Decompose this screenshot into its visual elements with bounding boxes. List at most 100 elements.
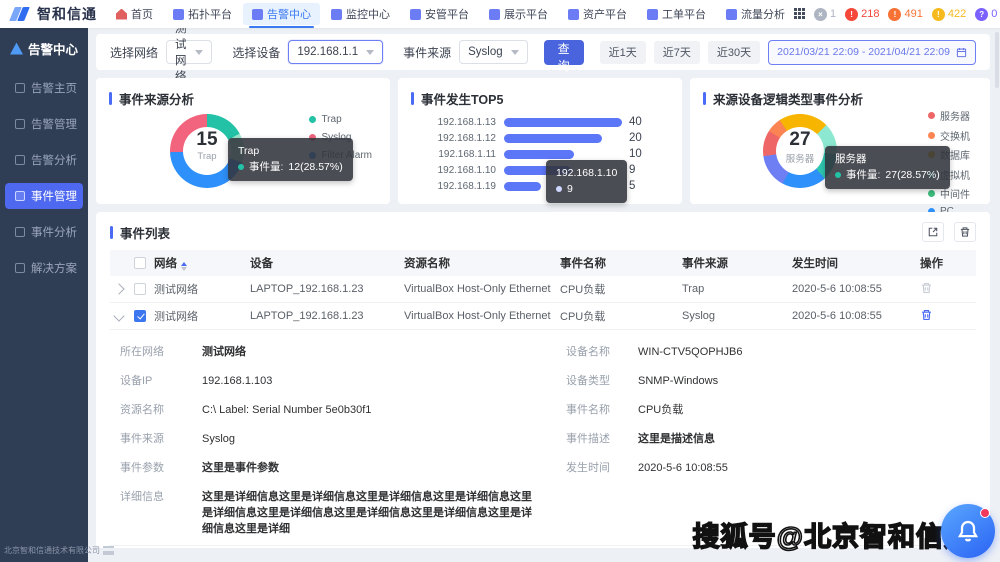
detail-field: 事件来源Syslog	[120, 425, 566, 454]
sidebar-item-alarm-analysis[interactable]: 告警分析	[5, 147, 83, 173]
nav-item-topology[interactable]: 拓扑平台	[164, 3, 241, 25]
solution-icon	[15, 263, 25, 273]
hamburger-icon[interactable]	[103, 546, 114, 555]
nav-item-alarm-center[interactable]: 告警中心	[243, 3, 320, 25]
chart-cards: 事件来源分析 15 Trap Trap Syslog Filter Alarm …	[96, 78, 990, 204]
nav-item-asset-platform[interactable]: 资产平台	[559, 3, 636, 25]
detail-field: 设备IP192.168.1.103	[120, 367, 566, 396]
detail-field: 所在网络测试网络	[120, 338, 566, 367]
apps-grid-icon[interactable]	[794, 8, 805, 20]
query-button[interactable]: 查询	[544, 40, 584, 65]
network-filter-label: 选择网络	[110, 44, 158, 61]
table-row[interactable]: 测试网络 LAPTOP_192.168.1.23 VirtualBox Host…	[110, 276, 976, 303]
legend-item[interactable]: 交换机	[928, 128, 970, 143]
bar-row[interactable]: 192.168.1.13 40	[412, 114, 672, 130]
alarm-badge-minor[interactable]: !422	[932, 8, 966, 21]
sidebar-item-event-analysis[interactable]: 事件分析	[5, 219, 83, 245]
event-table: 网络 设备 资源名称 事件名称 事件来源 发生时间 操作 测试网络 LAPTOP…	[110, 250, 976, 548]
collapse-chevron-icon[interactable]	[113, 310, 124, 321]
shield-icon	[410, 9, 421, 20]
sidebar-item-solution[interactable]: 解决方案	[5, 255, 83, 281]
sidebar-footer: 北京智和信通技术有限公司	[0, 539, 88, 562]
date-range-picker[interactable]: 2021/03/21 22:09 - 2021/04/21 22:09	[768, 40, 976, 65]
nav-item-ticket-platform[interactable]: 工单平台	[638, 3, 715, 25]
export-button[interactable]	[922, 222, 944, 242]
home-icon	[15, 83, 25, 93]
detail-field: 事件参数这里是事件参数	[120, 454, 566, 483]
nav-item-display-platform[interactable]: 展示平台	[480, 3, 557, 25]
chevron-down-icon	[511, 50, 519, 55]
app-logo[interactable]: 智和信通	[0, 4, 107, 24]
event-source-card: 事件来源分析 15 Trap Trap Syslog Filter Alarm …	[96, 78, 390, 204]
network-select[interactable]: 测试网络	[166, 40, 212, 64]
main-nav: 首页 拓扑平台 告警中心 监控中心 安管平台 展示平台 资产平台 工单平台 流量…	[107, 0, 794, 28]
alarm-badge-warning[interactable]: ?0	[975, 8, 997, 21]
alarm-badge-unknown[interactable]: ×1	[814, 8, 836, 21]
detail-field: 资源名称C:\ Label: Serial Number 5e0b30f1	[120, 396, 566, 425]
scrollbar[interactable]	[995, 32, 999, 88]
table-header-row: 事件列表	[110, 222, 976, 242]
nav-item-monitor-center[interactable]: 监控中心	[322, 3, 399, 25]
device-select[interactable]: 192.168.1.1	[288, 40, 383, 64]
row-checkbox[interactable]	[134, 283, 146, 295]
company-name: 北京智和信通技术有限公司	[4, 545, 100, 556]
alarm-badge-major[interactable]: !491	[888, 8, 922, 21]
bar-row[interactable]: 192.168.1.11 10	[412, 146, 672, 162]
bar-row[interactable]: 192.168.1.19 5	[412, 178, 672, 194]
detail-field: 设备类型SNMP-Windows	[566, 367, 976, 396]
event-list-card: 事件列表 网络 设备 资源名称 事件名称 事件来源 发生时间	[96, 212, 990, 548]
chevron-down-icon	[195, 50, 203, 55]
box-icon	[568, 9, 579, 20]
nav-item-security-platform[interactable]: 安管平台	[401, 3, 478, 25]
delete-row-icon[interactable]	[920, 308, 933, 322]
device-filter-label: 选择设备	[232, 44, 280, 61]
watermark: 搜狐号@北京智和信通	[693, 515, 972, 554]
sort-icon[interactable]	[181, 262, 187, 271]
chat-float-button[interactable]	[941, 504, 995, 558]
event-icon	[15, 191, 25, 201]
analysis-icon	[15, 155, 25, 165]
expand-chevron-icon[interactable]	[113, 283, 124, 294]
sidebar-title: 告警中心	[0, 28, 88, 70]
table-title: 事件列表	[120, 223, 170, 242]
detail-field: 事件名称CPU负载	[566, 396, 976, 425]
select-all-checkbox[interactable]	[134, 257, 146, 269]
source-select[interactable]: Syslog	[459, 40, 528, 64]
range-7day-button[interactable]: 近7天	[654, 41, 700, 64]
sidebar: 告警中心 告警主页 告警管理 告警分析 事件管理 事件分析 解决方案 北京智和信…	[0, 28, 88, 562]
chart-icon	[726, 9, 737, 20]
row-checkbox-checked[interactable]	[134, 310, 146, 322]
badge-circle-icon: ×	[814, 8, 827, 21]
top-navbar: 智和信通 首页 拓扑平台 告警中心 监控中心 安管平台 展示平台 资产平台 工单…	[0, 0, 1000, 28]
top5-bar-chart: 192.168.1.13 40 192.168.1.12 20 192.168.…	[412, 114, 672, 194]
navbar-right: ×1 !218 !491 !422 ?0 delv 0	[794, 2, 1000, 26]
detail-field: 设备名称WIN-CTV5QOPHJB6	[566, 338, 976, 367]
export-icon	[927, 226, 939, 238]
notification-dot	[980, 508, 990, 518]
nav-item-home[interactable]: 首页	[107, 3, 162, 25]
delete-selected-button[interactable]	[954, 222, 976, 242]
alarm-badge-critical[interactable]: !218	[845, 8, 879, 21]
bar-row[interactable]: 192.168.1.12 20	[412, 130, 672, 146]
range-30day-button[interactable]: 近30天	[708, 41, 760, 64]
badge-circle-icon: !	[932, 8, 945, 21]
sidebar-item-alarm-manage[interactable]: 告警管理	[5, 111, 83, 137]
legend-item[interactable]: Trap	[309, 114, 372, 125]
nav-item-traffic-analysis[interactable]: 流量分析	[717, 3, 794, 25]
legend-item[interactable]: 服务器	[928, 108, 970, 123]
delete-row-icon[interactable]	[920, 281, 933, 295]
bar-row[interactable]: 192.168.1.10 9	[412, 162, 672, 178]
alert-triangle-icon	[10, 43, 23, 55]
screen-icon	[489, 9, 500, 20]
main-content: 选择网络 测试网络 选择设备 192.168.1.1 事件来源 Syslog 查…	[88, 28, 1000, 562]
range-1day-button[interactable]: 近1天	[600, 41, 646, 64]
manage-icon	[15, 119, 25, 129]
bell-icon	[956, 519, 980, 543]
table-row-expanded[interactable]: 测试网络 LAPTOP_192.168.1.23 VirtualBox Host…	[110, 303, 976, 330]
card-title: 来源设备逻辑类型事件分析	[690, 78, 990, 108]
sidebar-item-event-manage[interactable]: 事件管理	[5, 183, 83, 209]
topology-icon	[173, 9, 184, 20]
trash-icon	[959, 226, 971, 238]
detail-field: 事件描述这里是描述信息	[566, 425, 976, 454]
sidebar-item-alarm-home[interactable]: 告警主页	[5, 75, 83, 101]
